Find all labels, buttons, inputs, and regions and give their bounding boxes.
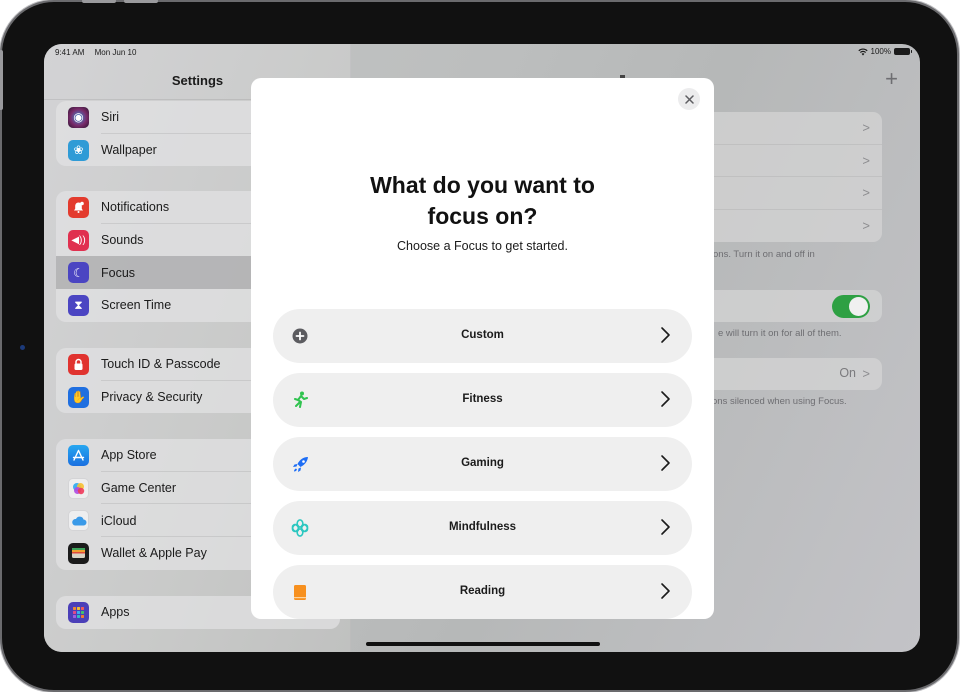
chevron-right-icon: > bbox=[862, 152, 870, 168]
sidebar-item-label: Focus bbox=[101, 265, 136, 280]
silenced-caption: ons silenced when using Focus. bbox=[712, 396, 847, 407]
sidebar-item-label: Siri bbox=[101, 110, 120, 125]
lock-icon bbox=[68, 353, 89, 375]
wallet-icon bbox=[68, 542, 89, 564]
top-button bbox=[82, 0, 116, 3]
chevron-right-icon bbox=[661, 327, 670, 343]
status-time: 9:41 AM bbox=[55, 48, 85, 57]
sidebar-item-label: Touch ID & Passcode bbox=[101, 357, 221, 372]
chevron-right-icon: > bbox=[862, 185, 870, 200]
share-caption: e will turn it on for all of them. bbox=[718, 328, 842, 339]
focus-option-fitness[interactable]: Fitness bbox=[273, 373, 692, 427]
chevron-right-icon bbox=[661, 391, 670, 407]
focus-option-custom[interactable]: Custom bbox=[273, 309, 692, 363]
chevron-right-icon bbox=[661, 455, 670, 471]
top-button bbox=[124, 0, 158, 3]
status-date: Mon Jun 10 bbox=[94, 48, 137, 57]
sidebar-item-label: Apps bbox=[101, 605, 130, 620]
option-label: Reading bbox=[459, 585, 506, 597]
focus-list-caption: ons. Turn it on and off in bbox=[713, 249, 815, 260]
app-store-icon bbox=[68, 444, 89, 466]
chevron-right-icon: > bbox=[862, 120, 870, 135]
share-across-devices-toggle[interactable] bbox=[832, 295, 870, 318]
game-center-icon bbox=[68, 477, 89, 499]
focus-option-mindfulness[interactable]: Mindfulness bbox=[273, 501, 692, 555]
cloud-icon bbox=[68, 510, 89, 532]
status-bar-left: 9:41 AM Mon Jun 10 bbox=[55, 48, 144, 57]
sidebar-item-label: Notifications bbox=[101, 200, 170, 215]
speaker-icon: ◀)) bbox=[68, 229, 89, 251]
modal-subtitle: Choose a Focus to get started. bbox=[397, 239, 568, 253]
option-label: Custom bbox=[461, 329, 504, 341]
chevron-right-icon: > bbox=[862, 217, 870, 233]
apps-grid-icon bbox=[68, 601, 89, 623]
moon-icon: ☾ bbox=[68, 262, 89, 284]
sidebar-item-label: Wallpaper bbox=[101, 143, 157, 158]
battery-icon bbox=[894, 48, 912, 55]
status-bar-right: 100% bbox=[857, 47, 912, 56]
wifi-icon bbox=[857, 48, 868, 55]
screen: 9:41 AM Mon Jun 10 Settings ◉ Siri ❀ Wal… bbox=[44, 44, 920, 652]
siri-icon: ◉ bbox=[68, 106, 89, 128]
home-indicator[interactable] bbox=[366, 642, 600, 646]
battery-percent: 100% bbox=[870, 47, 891, 56]
add-focus-button[interactable]: + bbox=[885, 68, 898, 90]
chevron-right-icon bbox=[661, 583, 670, 599]
wallpaper-flower-icon: ❀ bbox=[68, 139, 89, 161]
side-button bbox=[0, 50, 3, 110]
close-icon bbox=[684, 94, 694, 104]
focus-picker-modal: What do you want to focus on? Choose a F… bbox=[251, 78, 714, 619]
hand-icon: ✋ bbox=[68, 386, 89, 408]
focus-option-gaming[interactable]: Gaming bbox=[273, 437, 692, 491]
option-label: Mindfulness bbox=[448, 521, 517, 533]
ipad-device-frame: 9:41 AM Mon Jun 10 Settings ◉ Siri ❀ Wal… bbox=[0, 0, 957, 690]
chevron-right-icon: > bbox=[862, 366, 870, 381]
hourglass-icon: ⧗ bbox=[68, 294, 89, 316]
front-camera bbox=[20, 345, 25, 350]
chevron-right-icon bbox=[661, 519, 670, 535]
sidebar-item-label: Sounds bbox=[101, 233, 144, 248]
focus-option-reading[interactable]: Reading bbox=[273, 565, 692, 619]
option-label: Gaming bbox=[461, 457, 504, 469]
option-label: Fitness bbox=[462, 393, 503, 405]
sidebar-item-label: iCloud bbox=[101, 513, 137, 528]
focus-status-value: On bbox=[839, 366, 856, 380]
close-button[interactable] bbox=[678, 88, 700, 110]
sidebar-item-label: Screen Time bbox=[101, 298, 172, 313]
sidebar-item-label: Wallet & Apple Pay bbox=[101, 546, 207, 561]
sidebar-item-label: Game Center bbox=[101, 481, 177, 496]
modal-title: What do you want to focus on? bbox=[370, 172, 595, 229]
sidebar-item-label: App Store bbox=[101, 448, 157, 463]
bell-icon bbox=[68, 196, 89, 218]
sidebar-item-label: Privacy & Security bbox=[101, 390, 203, 405]
